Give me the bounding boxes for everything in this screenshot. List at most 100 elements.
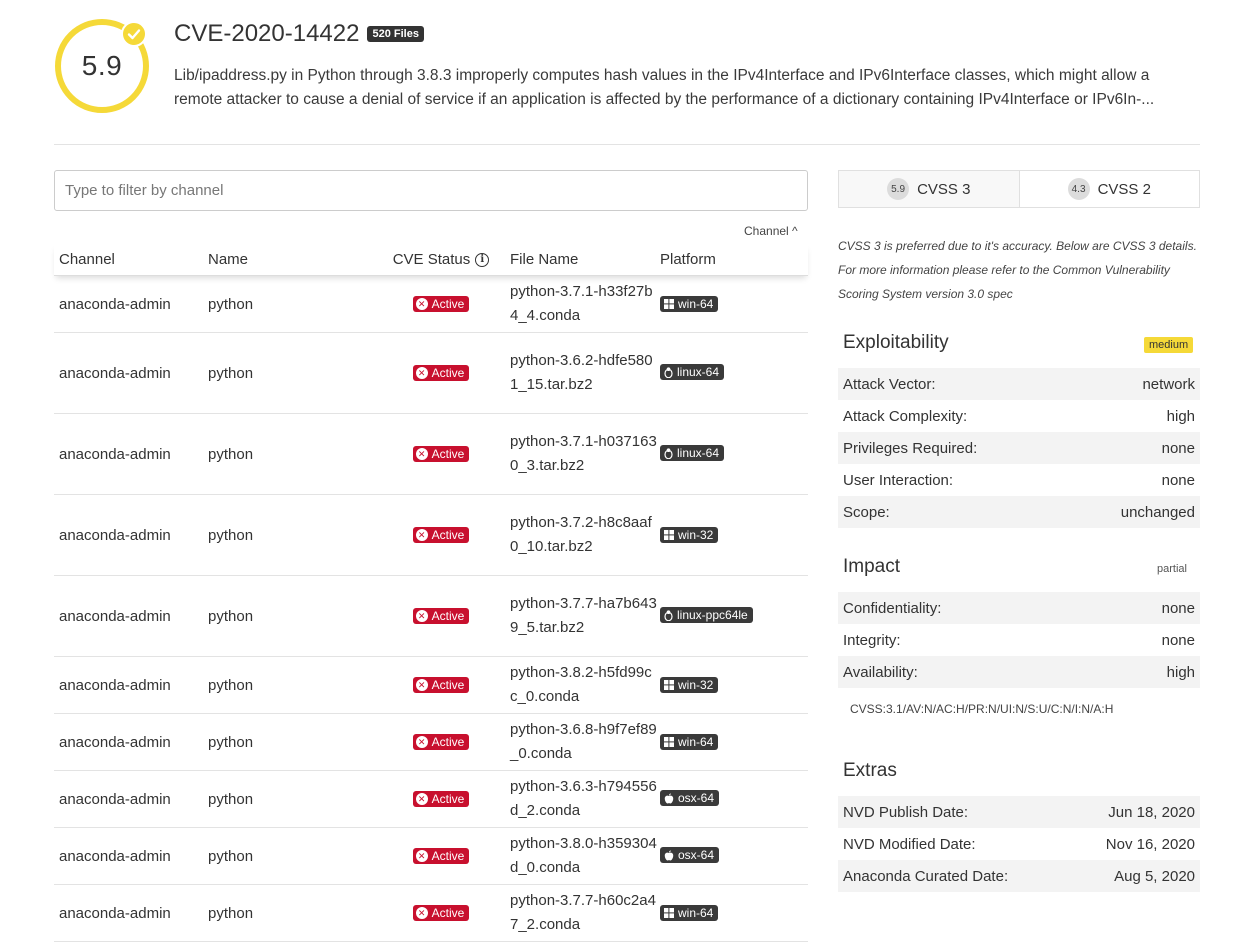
table-row[interactable]: anaconda-admin python ✕ Active python-3.7.7-… xyxy=(54,576,808,657)
row-file-name[interactable]: python-3.7.7-ha7b6439_5.tar.bz2 xyxy=(506,588,657,644)
row-file-name[interactable]: python-3.7.2-h8c8aaf0_10.tar.bz2 xyxy=(506,507,657,563)
header-name[interactable]: Name xyxy=(204,251,376,268)
status-badge: ✕ Active xyxy=(412,608,470,624)
status-label: Active xyxy=(431,849,465,863)
exploitability-badge: medium xyxy=(1144,337,1194,353)
row-channel[interactable]: anaconda-admin xyxy=(54,848,204,865)
status-label: Active xyxy=(431,297,465,311)
kv-row: Attack Complexity: high xyxy=(838,400,1200,432)
row-channel[interactable]: anaconda-admin xyxy=(54,734,204,751)
x-circle-icon: ✕ xyxy=(415,850,428,862)
platform-badge: win-64 xyxy=(660,904,719,921)
kv-value: none xyxy=(1161,599,1195,617)
row-status: ✕ Active xyxy=(376,905,506,921)
header-status-label: CVE Status xyxy=(392,251,471,268)
tab-label: CVSS 2 xyxy=(1097,180,1151,198)
platform-label: win-64 xyxy=(678,905,714,920)
row-channel[interactable]: anaconda-admin xyxy=(54,446,204,463)
header-channel[interactable]: Channel xyxy=(54,251,204,268)
windows-icon xyxy=(664,298,674,309)
header-divider xyxy=(54,144,1200,145)
kv-value: high xyxy=(1166,407,1195,425)
kv-row: Privileges Required: none xyxy=(838,432,1200,464)
kv-label: Integrity: xyxy=(843,631,901,649)
header-platform[interactable]: Platform xyxy=(657,251,808,268)
x-circle-icon: ✕ xyxy=(415,529,428,541)
windows-icon xyxy=(664,907,674,918)
kv-value: high xyxy=(1166,663,1195,681)
platform-badge: linux-ppc64le xyxy=(660,607,753,624)
table-row[interactable]: anaconda-admin python ✕ Active python-3.6.8-… xyxy=(54,714,808,771)
table-body: anaconda-admin python ✕ Active python-3.7.1-… xyxy=(54,276,808,942)
kv-row: Confidentiality: none xyxy=(838,592,1200,624)
header-status[interactable]: CVE Status i xyxy=(376,251,506,268)
row-file-name[interactable]: python-3.8.2-h5fd99cc_0.conda xyxy=(506,657,657,713)
header-file[interactable]: File Name xyxy=(506,251,657,268)
row-channel[interactable]: anaconda-admin xyxy=(54,677,204,694)
row-file-name[interactable]: python-3.7.7-h60c2a47_2.conda xyxy=(506,885,657,941)
row-name: python xyxy=(208,847,254,865)
table-row[interactable]: anaconda-admin python ✕ Active python-3.6.2-… xyxy=(54,333,808,414)
row-channel[interactable]: anaconda-admin xyxy=(54,608,204,625)
row-channel[interactable]: anaconda-admin xyxy=(54,791,204,808)
platform-label: win-32 xyxy=(678,677,714,692)
status-badge: ✕ Active xyxy=(412,677,470,693)
x-circle-icon: ✕ xyxy=(415,448,428,460)
exploitability-list: Attack Vector: network Attack Complexity: h… xyxy=(838,368,1200,528)
row-status: ✕ Active xyxy=(376,608,506,624)
linux-icon xyxy=(664,610,673,621)
table-row[interactable]: anaconda-admin python ✕ Active python-3.7.2-… xyxy=(54,495,808,576)
exploitability-title: Exploitability xyxy=(843,332,949,353)
row-name: python xyxy=(208,295,254,313)
tab-cvss2[interactable]: 4.3 CVSS 2 xyxy=(1018,171,1199,207)
row-channel[interactable]: anaconda-admin xyxy=(54,365,204,382)
table-row[interactable]: anaconda-admin python ✕ Active python-3.8.2-… xyxy=(54,657,808,714)
row-status: ✕ Active xyxy=(376,296,506,312)
kv-row: NVD Publish Date: Jun 18, 2020 xyxy=(838,796,1200,828)
status-label: Active xyxy=(431,792,465,806)
status-label: Active xyxy=(431,528,465,542)
info-icon[interactable]: i xyxy=(475,252,490,267)
row-file-name[interactable]: python-3.6.3-h794556d_2.conda xyxy=(506,771,657,827)
impact-list: Confidentiality: none Integrity: none Availa… xyxy=(838,592,1200,688)
tab-cvss3[interactable]: 5.9 CVSS 3 xyxy=(839,171,1019,207)
table-row[interactable]: anaconda-admin python ✕ Active python-3.7.1-… xyxy=(54,276,808,333)
table-row[interactable]: anaconda-admin python ✕ Active python-3.7.7-… xyxy=(54,885,808,942)
row-channel[interactable]: anaconda-admin xyxy=(54,905,204,922)
row-status: ✕ Active xyxy=(376,734,506,750)
row-name: python xyxy=(208,733,254,751)
row-file-name[interactable]: python-3.7.1-h33f27b4_4.conda xyxy=(506,276,657,332)
kv-value: none xyxy=(1161,471,1195,489)
cvss-note: CVSS 3 is preferred due to it's accuracy… xyxy=(838,239,1197,301)
status-label: Active xyxy=(431,609,465,623)
table-row[interactable]: anaconda-admin python ✕ Active python-3.7.1-… xyxy=(54,414,808,495)
platform-label: win-64 xyxy=(678,296,714,311)
kv-label: NVD Publish Date: xyxy=(843,803,969,821)
kv-value: unchanged xyxy=(1120,503,1195,521)
channel-sort-toggle[interactable]: Channel ^ xyxy=(744,224,798,238)
row-channel[interactable]: anaconda-admin xyxy=(54,296,204,313)
row-file-name[interactable]: python-3.6.8-h9f7ef89_0.conda xyxy=(506,714,657,770)
row-file-name[interactable]: python-3.8.0-h359304d_0.conda xyxy=(506,828,657,884)
row-file-name[interactable]: python-3.6.2-hdfe5801_15.tar.bz2 xyxy=(506,345,657,401)
kv-row: NVD Modified Date: Nov 16, 2020 xyxy=(838,828,1200,860)
row-file-name[interactable]: python-3.7.1-h0371630_3.tar.bz2 xyxy=(506,426,657,482)
apple-icon xyxy=(664,793,674,804)
kv-label: User Interaction: xyxy=(843,471,954,489)
row-channel[interactable]: anaconda-admin xyxy=(54,527,204,544)
status-label: Active xyxy=(431,447,465,461)
tab-score-badge: 4.3 xyxy=(1067,178,1090,200)
row-status: ✕ Active xyxy=(376,791,506,807)
channel-filter-input[interactable] xyxy=(54,170,808,211)
kv-label: Anaconda Curated Date: xyxy=(843,867,1009,885)
cve-title: CVE-2020-14422 520 Files xyxy=(174,20,424,48)
platform-label: win-64 xyxy=(678,734,714,749)
kv-row: Anaconda Curated Date: Aug 5, 2020 xyxy=(838,860,1200,892)
table-row[interactable]: anaconda-admin python ✕ Active python-3.6.3-… xyxy=(54,771,808,828)
cvss-vector-string: CVSS:3.1/AV:N/AC:H/PR:N/UI:N/S:U/C:N/I:N… xyxy=(850,702,1114,716)
tab-label: CVSS 3 xyxy=(917,180,971,198)
files-badge: 520 Files xyxy=(367,26,424,42)
table-row[interactable]: anaconda-admin python ✕ Active python-3.8.0-… xyxy=(54,828,808,885)
row-platform: win-32 xyxy=(657,676,808,694)
windows-icon xyxy=(664,529,674,540)
